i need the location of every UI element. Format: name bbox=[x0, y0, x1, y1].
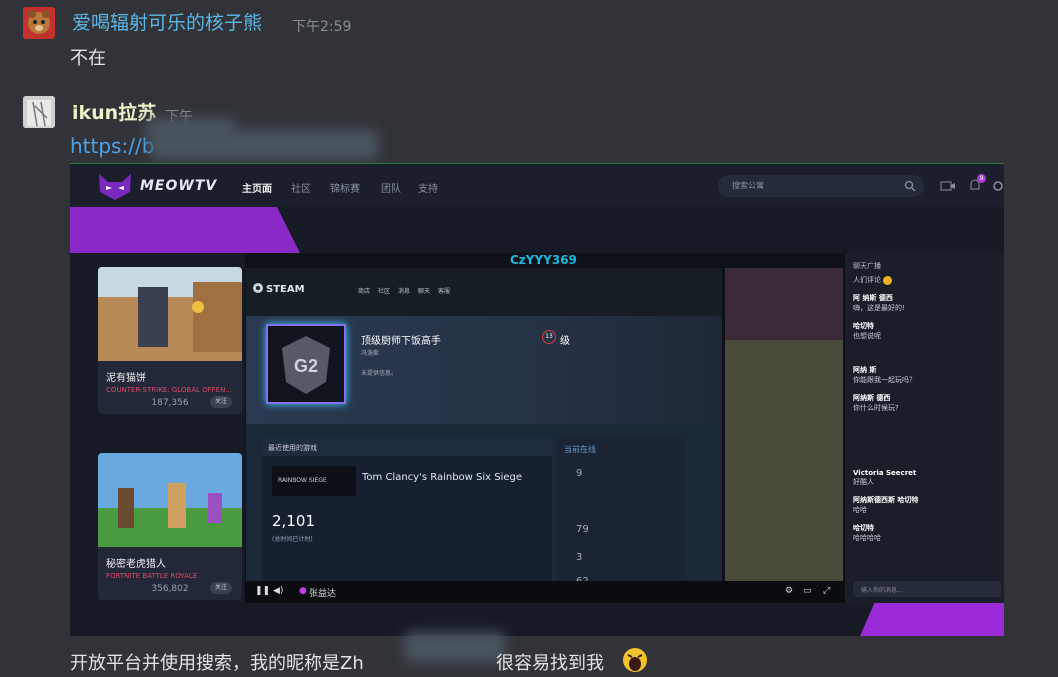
player-controls: ❚❚ ◀) ● 张益达 ⚙ ▭ ⤢ bbox=[245, 581, 845, 603]
level-label: 级 bbox=[560, 336, 570, 347]
chat-input-placeholder: 输入你的消息... bbox=[861, 587, 903, 594]
streamer-name: 秘密老虎猎人 bbox=[106, 559, 166, 570]
steam-profile-banner: G2 顶级厨师下饭高手 冯洛斯 未提供信息。 13 级 bbox=[246, 316, 722, 424]
search-icon[interactable] bbox=[904, 180, 916, 192]
recent-games-header: 最近使用的游戏 bbox=[262, 438, 552, 456]
stream-thumbnail bbox=[98, 453, 242, 547]
settings-icon[interactable]: ⚙ bbox=[785, 586, 793, 596]
follow-button[interactable]: 关注 bbox=[210, 396, 232, 408]
stat-1: 9 bbox=[576, 468, 583, 479]
nav-team[interactable]: 团队 bbox=[381, 180, 401, 195]
site-header: MEOWTV 主页面 社区 锦标赛 团队 支持 搜索公寓 9 bbox=[70, 163, 1004, 207]
recent-games: 最近使用的游戏 RAINBOW SIEGE Tom Clancy's Rainb… bbox=[262, 438, 552, 583]
notification-badge: 9 bbox=[977, 174, 986, 183]
video-icon[interactable] bbox=[940, 180, 956, 192]
chat-message: 哈切特 哈哈哈哈 bbox=[853, 524, 881, 542]
player-user: 张益达 bbox=[309, 589, 337, 599]
bear-avatar-icon bbox=[23, 7, 55, 39]
profile-description: 未提供信息。 bbox=[361, 370, 398, 377]
view-count: 187,356 关注 bbox=[98, 394, 242, 414]
caption-tail: 很容易找到我 bbox=[496, 653, 604, 674]
fullscreen-icon[interactable]: ⤢ bbox=[823, 586, 830, 596]
emoji-icon bbox=[883, 275, 893, 285]
live-dot-icon: ● bbox=[299, 586, 307, 596]
search-placeholder: 搜索公寓 bbox=[732, 181, 764, 190]
steam-header: STEAM 商店 社区 消息 聊天 客服 bbox=[246, 268, 722, 316]
avatar[interactable] bbox=[23, 96, 55, 128]
cat-logo-icon bbox=[99, 174, 131, 200]
chat-message: 人们评论 bbox=[853, 275, 893, 285]
profile-name: 顶级厨师下饭高手 bbox=[361, 336, 441, 347]
svg-text:G2: G2 bbox=[294, 356, 318, 376]
search-input[interactable]: 搜索公寓 bbox=[718, 175, 924, 197]
nav-support[interactable]: 支持 bbox=[418, 180, 438, 195]
nav-tournament[interactable]: 锦标赛 bbox=[330, 180, 360, 195]
author-name[interactable]: 爱喝辐射可乐的核子熊 bbox=[72, 12, 262, 34]
banner-shape bbox=[860, 603, 1004, 636]
steam-profile: STEAM 商店 社区 消息 聊天 客服 G2 顶级厨师下饭高手 冯洛斯 未提供… bbox=[246, 268, 722, 587]
avatar[interactable] bbox=[23, 7, 55, 39]
gameplay-feed bbox=[725, 340, 843, 583]
level-badge: 13 bbox=[542, 330, 556, 344]
gear-icon[interactable] bbox=[992, 180, 1004, 192]
steam-logo-text: STEAM bbox=[266, 284, 305, 295]
game-logo: RAINBOW SIEGE bbox=[272, 466, 356, 496]
volume-icon[interactable]: ◀) bbox=[273, 586, 283, 596]
chat-message: 阿纳斯 德西 你什么时候玩? bbox=[853, 394, 899, 412]
steam-nav-support: 客服 bbox=[438, 288, 451, 295]
caption-text: 开放平台并使用搜索，我的昵称是Zh bbox=[70, 653, 364, 674]
stream-thumbnail bbox=[98, 267, 242, 361]
nav-community[interactable]: 社区 bbox=[291, 180, 311, 195]
streamer-name: 泥有猫饼 bbox=[106, 373, 146, 384]
webcam-feed bbox=[725, 268, 843, 340]
theater-icon[interactable]: ▭ bbox=[803, 586, 812, 596]
steam-nav-community: 社区 bbox=[378, 288, 391, 295]
embedded-image[interactable]: MEOWTV 主页面 社区 锦标赛 团队 支持 搜索公寓 9 泥有猫饼 COUN… bbox=[70, 163, 1004, 636]
message-link[interactable]: https://b bbox=[70, 134, 154, 158]
hours-label: (总时间已计时) bbox=[272, 536, 313, 543]
chat-panel: 聊天广播 人们评论 阿 纳斯 德西 嗨，这是最好的! 哈切特 也想说呢 阿纳 斯你能… bbox=[845, 253, 1004, 603]
timestamp: 下午2:59 bbox=[292, 19, 352, 35]
profile-subtitle: 冯洛斯 bbox=[361, 350, 380, 357]
steam-nav-chat: 聊天 bbox=[418, 288, 431, 295]
chat-message: 阿纳斯德西斯 哈切特 哈哈 bbox=[853, 496, 919, 514]
chat-input[interactable]: 输入你的消息... bbox=[853, 581, 1001, 597]
pause-icon[interactable]: ❚❚ bbox=[255, 586, 270, 596]
view-count: 356,802 关注 bbox=[98, 580, 242, 600]
steam-nav-news: 消息 bbox=[398, 288, 411, 295]
nav-home[interactable]: 主页面 bbox=[242, 180, 272, 195]
laughing-emoji-icon bbox=[623, 648, 647, 672]
redaction-blur bbox=[150, 130, 378, 160]
chat-message: 哈切特 也想说呢 bbox=[853, 322, 881, 340]
banner-shape bbox=[70, 207, 300, 253]
follow-button[interactable]: 关注 bbox=[210, 582, 232, 594]
game-name: FORTNITE BATTLE ROYALE bbox=[106, 572, 198, 580]
stream-card[interactable]: 秘密老虎猎人 FORTNITE BATTLE ROYALE 356,802 关注 bbox=[98, 453, 242, 600]
chat-message: Victoria Seecret 好酷人 bbox=[853, 469, 917, 486]
video-player[interactable]: CzYYY369 STEAM 商店 社区 消息 聊天 客服 G2 顶级厨师下饭高… bbox=[245, 253, 845, 603]
author-name[interactable]: ikun拉苏 bbox=[72, 102, 156, 124]
g2-logo-icon: G2 bbox=[282, 336, 330, 394]
profile-avatar: G2 bbox=[266, 324, 346, 404]
stat-2: 79 bbox=[576, 524, 589, 535]
person-avatar-icon bbox=[23, 96, 55, 128]
online-title: 当前在线 bbox=[564, 445, 596, 454]
steam-nav-store: 商店 bbox=[358, 288, 371, 295]
message-text: 不在 bbox=[70, 48, 106, 69]
game-title: Tom Clancy's Rainbow Six Siege bbox=[362, 472, 523, 483]
chat-message: 阿 纳斯 德西 嗨，这是最好的! bbox=[853, 294, 905, 312]
chat-header: 聊天广播 bbox=[853, 262, 881, 270]
steam-logo-icon bbox=[253, 283, 263, 293]
hours-played: 2,101 bbox=[272, 512, 315, 530]
chat-message: 阿纳 斯你能跟我一起玩吗？ bbox=[853, 366, 916, 384]
brand-name: MEOWTV bbox=[140, 178, 218, 194]
stat-3: 3 bbox=[576, 552, 583, 563]
stream-card[interactable]: 泥有猫饼 COUNTER-STRIKE: GLOBAL OFFEN... 187… bbox=[98, 267, 242, 414]
game-name: COUNTER-STRIKE: GLOBAL OFFEN... bbox=[106, 386, 233, 394]
redaction-blur bbox=[405, 632, 505, 662]
online-panel: 当前在线 9 79 3 62 bbox=[556, 438, 686, 587]
channel-name: CzYYY369 bbox=[510, 253, 577, 267]
